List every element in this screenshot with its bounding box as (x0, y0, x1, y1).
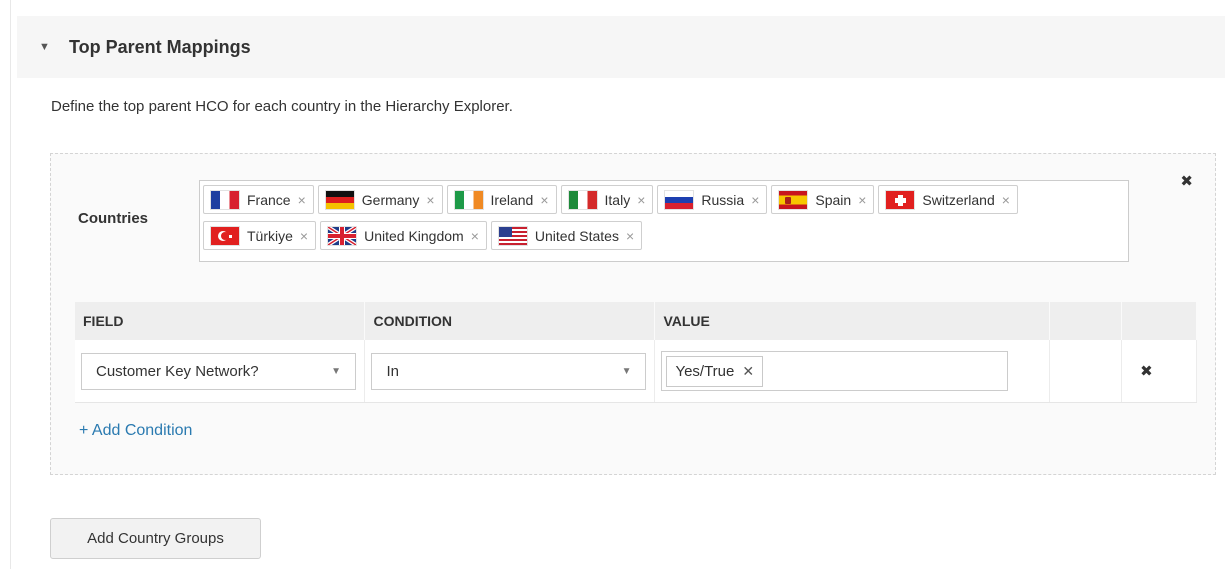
chip-remove-icon[interactable]: × (626, 228, 634, 244)
country-chip-united-states: United States × (490, 221, 643, 250)
field-select[interactable]: Customer Key Network? ▼ (81, 352, 356, 390)
country-chip-label: Spain (815, 191, 852, 208)
empty-cell (1049, 340, 1123, 403)
section-description: Define the top parent HCO for each count… (51, 98, 513, 115)
country-chip-label: Italy (604, 191, 631, 208)
value-chip-label: Yes/True (675, 362, 735, 380)
flag-switzerland-icon (885, 189, 916, 210)
chip-remove-icon[interactable]: × (637, 192, 645, 208)
chip-remove-icon[interactable]: × (298, 192, 306, 208)
page-left-border (10, 0, 11, 569)
column-header-empty (1049, 302, 1123, 340)
countries-multiselect[interactable]: France × Germany × Ireland × Italy × Rus… (199, 180, 1129, 262)
conditions-table: FIELD CONDITION VALUE Customer Key Netwo… (75, 302, 1197, 403)
remove-condition-icon[interactable]: ✖ (1128, 363, 1153, 380)
chip-remove-icon[interactable]: × (1002, 192, 1010, 208)
condition-select-value: In (386, 362, 399, 380)
country-chip-label: Russia (701, 191, 745, 208)
country-chip-label: Türkiye (247, 227, 293, 244)
chip-remove-icon[interactable]: × (471, 228, 479, 244)
add-condition-link[interactable]: + Add Condition (79, 422, 192, 440)
countries-label: Countries (78, 210, 149, 227)
value-multiselect[interactable]: Yes/True ✕ (661, 351, 1009, 391)
column-header-condition: CONDITION (364, 302, 656, 340)
remove-group-icon[interactable]: ✖ (1180, 172, 1193, 190)
triangle-down-icon[interactable]: ▼ (39, 41, 51, 53)
country-chip-united-kingdom: United Kingdom × (320, 221, 487, 250)
chip-remove-icon[interactable]: × (426, 192, 434, 208)
condition-select[interactable]: In ▼ (371, 352, 647, 390)
table-row: Customer Key Network? ▼ In ▼ Yes/True ✕ (75, 340, 1197, 403)
flag-italy-icon (567, 189, 598, 210)
country-chip-label: France (247, 191, 291, 208)
country-chip-turkiye: Türkiye × (203, 221, 317, 250)
flag-united-states-icon (497, 225, 528, 246)
flag-united-kingdom-icon (327, 225, 358, 246)
chevron-down-icon: ▼ (331, 365, 341, 377)
flag-turkiye-icon (210, 225, 240, 246)
flag-spain-icon (778, 189, 809, 210)
section-header[interactable]: ▼ Top Parent Mappings (17, 16, 1225, 78)
country-chip-germany: Germany × (317, 185, 443, 214)
country-group: ✖ Countries France × Germany × Ireland ×… (50, 153, 1216, 475)
field-select-value: Customer Key Network? (96, 362, 259, 380)
flag-france-icon (210, 189, 240, 210)
flag-germany-icon (324, 189, 355, 210)
chip-remove-icon[interactable]: × (858, 192, 866, 208)
country-chip-label: Ireland (490, 191, 534, 208)
country-chip-france: France × (203, 185, 314, 214)
column-header-field: FIELD (75, 302, 366, 340)
country-chip-label: Germany (361, 191, 420, 208)
country-chip-label: Switzerland (922, 191, 995, 208)
flag-russia-icon (664, 189, 695, 210)
column-header-actions (1121, 302, 1197, 340)
table-header-row: FIELD CONDITION VALUE (75, 302, 1197, 340)
country-chip-label: United States (534, 227, 619, 244)
flag-ireland-icon (453, 189, 484, 210)
chip-remove-icon[interactable]: × (540, 192, 548, 208)
country-chip-ireland: Ireland × (446, 185, 557, 214)
country-chip-switzerland: Switzerland × (878, 185, 1018, 214)
country-chip-label: United Kingdom (364, 227, 464, 244)
chip-remove-icon[interactable]: × (300, 228, 308, 244)
country-chip-spain: Spain × (771, 185, 875, 214)
chip-remove-icon[interactable]: × (751, 192, 759, 208)
chevron-down-icon: ▼ (621, 365, 632, 377)
value-chip: Yes/True ✕ (666, 355, 764, 387)
country-chip-italy: Italy × (560, 185, 654, 214)
add-country-groups-button[interactable]: Add Country Groups (50, 518, 261, 559)
section-title: Top Parent Mappings (69, 36, 251, 57)
column-header-value: VALUE (654, 302, 1051, 340)
country-chip-russia: Russia × (657, 185, 768, 214)
chip-remove-icon[interactable]: ✕ (742, 363, 754, 380)
